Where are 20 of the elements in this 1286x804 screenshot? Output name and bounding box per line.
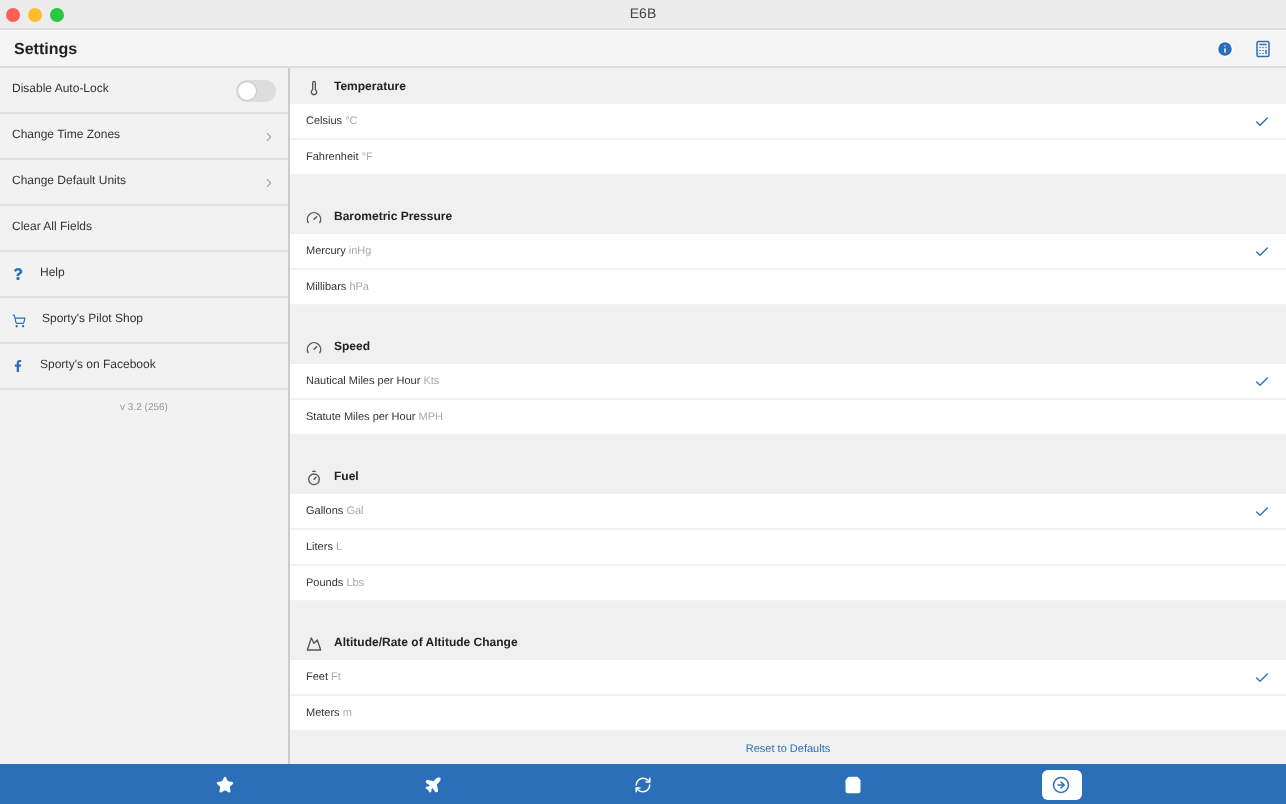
sync-icon — [633, 775, 652, 793]
bag-icon — [843, 775, 862, 793]
mountain-icon — [306, 636, 322, 652]
info-button[interactable] — [1216, 39, 1234, 57]
plane-icon — [424, 775, 443, 793]
question-icon — [12, 268, 24, 280]
chevron-icon — [262, 129, 276, 143]
chevron-icon — [262, 175, 276, 189]
thermometer-icon — [306, 80, 322, 96]
tab-button[interactable] — [1041, 769, 1082, 799]
speedometer-icon — [306, 340, 322, 356]
calculator-button[interactable] — [1254, 39, 1272, 57]
gauge-icon — [306, 210, 322, 226]
auto-lock-toggle[interactable] — [236, 79, 276, 101]
timer-icon — [306, 470, 322, 486]
close-button[interactable] — [6, 7, 20, 21]
cart-icon — [12, 313, 26, 327]
facebook-icon — [12, 360, 24, 372]
star-icon — [215, 775, 234, 793]
page-title: Settings — [14, 39, 80, 57]
